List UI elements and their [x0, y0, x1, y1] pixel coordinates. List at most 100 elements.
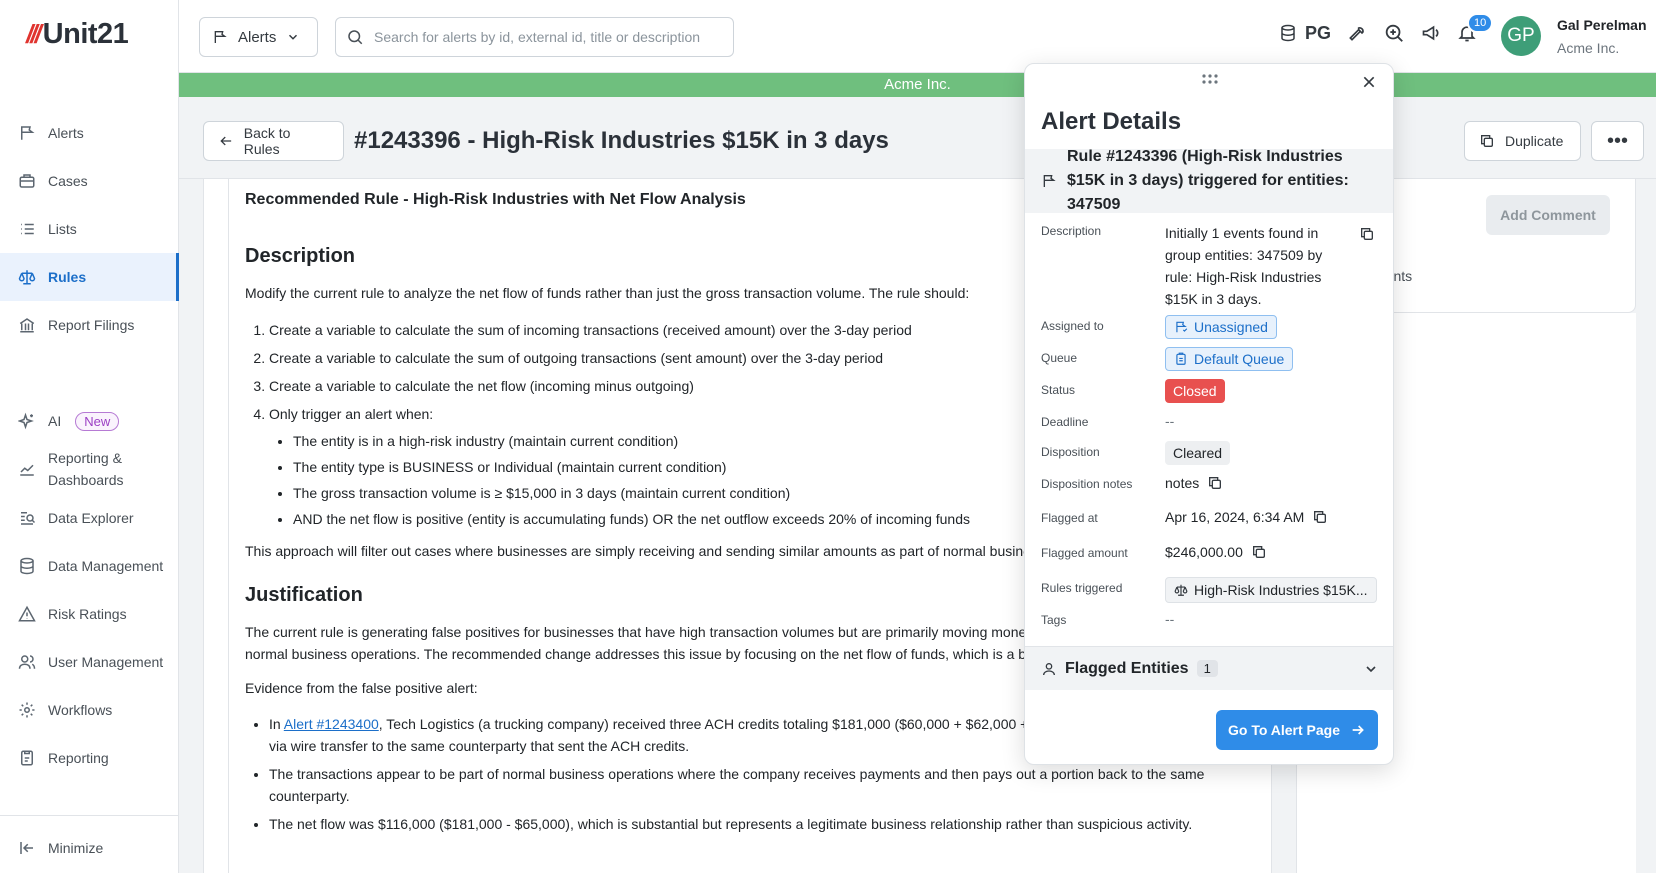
sidebar-item-reporting[interactable]: Reporting: [0, 734, 179, 782]
rule-chip[interactable]: High-Risk Industries $15K...: [1165, 577, 1377, 603]
users-icon: [18, 655, 36, 669]
duplicate-button[interactable]: Duplicate: [1464, 121, 1581, 161]
sidebar-item-workflows[interactable]: Workflows: [0, 686, 179, 734]
flagged-entities-toggle[interactable]: Flagged Entities 1: [1025, 646, 1393, 690]
database-icon: [20, 557, 34, 575]
assigned-to-value: Unassigned: [1165, 315, 1277, 339]
sidebar-item-label: Rules: [48, 269, 87, 285]
add-comment-button[interactable]: Add Comment: [1486, 195, 1610, 235]
user-icon: [1043, 662, 1055, 675]
notifications[interactable]: 10: [1457, 13, 1494, 43]
evidence-text: via wire transfer to the same counterpar…: [269, 738, 690, 754]
sidebar-item-ai[interactable]: AI New: [0, 397, 179, 445]
megaphone-icon[interactable]: [1421, 23, 1441, 43]
alerts-type-select[interactable]: Alerts: [199, 17, 318, 57]
copy-icon[interactable]: [1207, 475, 1223, 491]
minimize-sidebar-button[interactable]: Minimize: [0, 824, 179, 872]
sidebar-item-lists[interactable]: Lists: [0, 205, 179, 253]
field-label: Description: [1041, 224, 1102, 238]
flagged-amount-text: $246,000.00: [1165, 544, 1243, 560]
sidebar: /// Unit21 Alerts Cases Lists Rules Repo…: [0, 0, 179, 873]
assign-flag-icon: [1176, 321, 1188, 333]
flagged-at-value: Apr 16, 2024, 6:34 AM: [1165, 509, 1328, 525]
arrow-left-icon: [220, 136, 232, 146]
back-to-rules-button[interactable]: Back to Rules: [203, 121, 344, 161]
copy-icon[interactable]: [1312, 509, 1328, 525]
minimize-label: Minimize: [48, 840, 104, 856]
wrench-icon[interactable]: [1347, 23, 1367, 43]
evidence-item: The transactions appear to be part of no…: [269, 763, 1257, 807]
sidebar-item-label: Lists: [48, 221, 77, 237]
sidebar-item-rules[interactable]: Rules: [0, 253, 179, 301]
avatar[interactable]: GP: [1501, 16, 1541, 56]
gear-icon: [19, 702, 35, 718]
field-label: Flagged amount: [1041, 546, 1128, 560]
copy-icon[interactable]: [1251, 544, 1267, 560]
queue-label: Default Queue: [1194, 351, 1285, 367]
disposition-chip: Cleared: [1165, 441, 1231, 465]
field-label: Assigned to: [1041, 319, 1104, 333]
topbar: Alerts PG 10 GP Gal Perelman Acme Inc.: [179, 0, 1656, 73]
sidebar-item-label: Alerts: [48, 125, 84, 141]
new-badge: New: [75, 411, 120, 431]
sidebar-item-risk-ratings[interactable]: Risk Ratings: [0, 590, 179, 638]
assignee-chip[interactable]: Unassigned: [1165, 315, 1277, 339]
page-title: #1243396 - High-Risk Industries $15K in …: [354, 127, 889, 154]
list-icon: [21, 223, 34, 235]
field-label: Queue: [1041, 351, 1078, 365]
zoom-search-icon[interactable]: [1383, 22, 1405, 44]
unit21-logo[interactable]: /// Unit21: [26, 18, 129, 51]
sidebar-item-data-management[interactable]: Data Management: [0, 542, 179, 590]
field-label: Status: [1041, 383, 1076, 397]
sidebar-item-label: Cases: [48, 173, 88, 189]
bank-icon: [19, 318, 35, 333]
flagged-entities-count: 1: [1196, 660, 1218, 677]
go-to-alert-page-button[interactable]: Go To Alert Page: [1216, 710, 1378, 750]
sidebar-item-report-filings[interactable]: Report Filings: [0, 301, 179, 349]
field-label: Disposition notes: [1041, 477, 1133, 491]
scale-icon: [18, 270, 36, 285]
env-label[interactable]: PG: [1305, 23, 1331, 44]
description-value: Initially 1 events found in group entiti…: [1165, 225, 1323, 307]
database-icon[interactable]: [1279, 24, 1297, 42]
evidence-item: The net flow was $116,000 ($181,000 - $6…: [269, 813, 1257, 835]
search-box: [335, 17, 734, 57]
more-actions-button[interactable]: •••: [1591, 121, 1644, 161]
evidence-prefix: In: [269, 716, 284, 732]
field-label: Rules triggered: [1041, 581, 1123, 595]
flag-icon: [214, 31, 227, 43]
search-input[interactable]: [374, 29, 714, 45]
back-label: Back to Rules: [243, 125, 291, 157]
queue-chip[interactable]: Default Queue: [1165, 347, 1294, 371]
sidebar-item-data-explorer[interactable]: Data Explorer: [0, 494, 179, 542]
copy-icon[interactable]: [1359, 226, 1375, 242]
flagged-amount-value: $246,000.00: [1165, 544, 1267, 560]
sidebar-item-alerts[interactable]: Alerts: [0, 109, 179, 157]
rule-chip-label: High-Risk Industries $15K...: [1194, 582, 1368, 598]
assignee-label: Unassigned: [1194, 319, 1268, 335]
sidebar-item-user-management[interactable]: User Management: [0, 638, 179, 686]
alert-fields: Description Assigned to Unassigned Queue…: [1041, 64, 1381, 644]
alerts-select-label: Alerts: [238, 28, 277, 46]
field-label: Deadline: [1041, 415, 1089, 429]
flag-icon: [21, 126, 35, 140]
duplicate-label: Duplicate: [1505, 133, 1564, 149]
logo-mark: ///: [26, 19, 42, 49]
chevron-down-icon: [1366, 665, 1376, 672]
evidence-text: , Tech Logistics (a trucking company) re…: [378, 716, 1041, 732]
report-icon: [21, 750, 33, 766]
sidebar-item-cases[interactable]: Cases: [0, 157, 179, 205]
top-icons: PG 10: [1279, 13, 1494, 44]
sidebar-item-reporting-dashboards[interactable]: Reporting & Dashboards: [0, 444, 179, 494]
chevron-down-icon: [289, 34, 298, 40]
warning-icon: [18, 605, 36, 622]
alert-link[interactable]: Alert #1243400: [284, 716, 379, 732]
status-value: Closed: [1165, 379, 1225, 403]
page-header: Back to Rules #1243396 - High-Risk Indus…: [179, 97, 1656, 179]
briefcase-icon: [19, 174, 35, 188]
sidebar-item-label: Data Explorer: [48, 510, 134, 526]
user-name[interactable]: Gal Perelman: [1557, 17, 1647, 33]
alert-details-popover: Alert Details Rule #1243396 (High-Risk I…: [1024, 63, 1394, 765]
go-button-label: Go To Alert Page: [1227, 722, 1340, 738]
collapse-left-icon: [20, 842, 33, 854]
